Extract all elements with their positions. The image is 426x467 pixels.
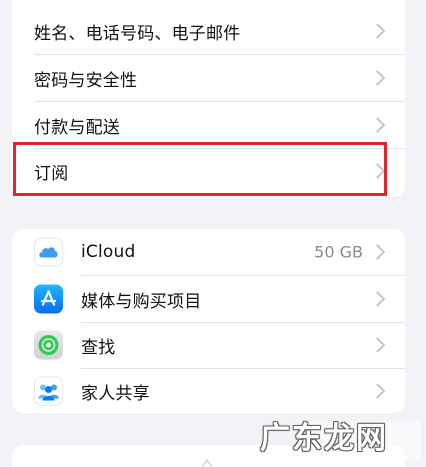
find-my-icon xyxy=(34,330,63,360)
row-label: 姓名、电话号码、电子邮件 xyxy=(34,23,241,44)
row-label: 媒体与购买项目 xyxy=(81,291,202,312)
family-sharing-icon xyxy=(34,376,63,406)
chevron-right-icon xyxy=(369,117,386,133)
storage-detail: 50 GB xyxy=(314,242,363,262)
chevron-right-icon xyxy=(369,383,386,399)
row-label: iCloud xyxy=(81,242,136,262)
row-icloud[interactable]: iCloud 50 GB xyxy=(12,229,405,275)
chevron-right-icon xyxy=(369,23,386,39)
watermark-text: 广东龙网 xyxy=(260,421,388,456)
row-password-security[interactable]: 密码与安全性 xyxy=(12,55,405,101)
services-group: iCloud 50 GB 媒体与购买项目 查找 家人共享 xyxy=(12,229,405,413)
row-family-sharing[interactable]: 家人共享 xyxy=(12,368,405,413)
row-name-phone-email[interactable]: 姓名、电话号码、电子邮件 xyxy=(12,8,405,54)
row-label: 家人共享 xyxy=(81,383,150,404)
chevron-right-icon xyxy=(369,244,386,260)
row-find-my[interactable]: 查找 xyxy=(12,322,405,368)
partial-icon xyxy=(200,458,214,467)
row-media-purchases[interactable]: 媒体与购买项目 xyxy=(12,276,405,322)
chevron-right-icon xyxy=(369,70,386,86)
app-store-icon xyxy=(34,284,63,314)
icloud-icon xyxy=(34,237,63,267)
highlight-box xyxy=(13,142,387,196)
row-label: 查找 xyxy=(81,337,116,358)
settings-screen: 姓名、电话号码、电子邮件 密码与安全性 付款与配送 订阅 iCloud 50 G… xyxy=(0,0,426,467)
chevron-right-icon xyxy=(369,291,386,307)
row-label: 付款与配送 xyxy=(34,117,120,138)
row-label: 密码与安全性 xyxy=(34,70,138,91)
chevron-right-icon xyxy=(369,337,386,353)
